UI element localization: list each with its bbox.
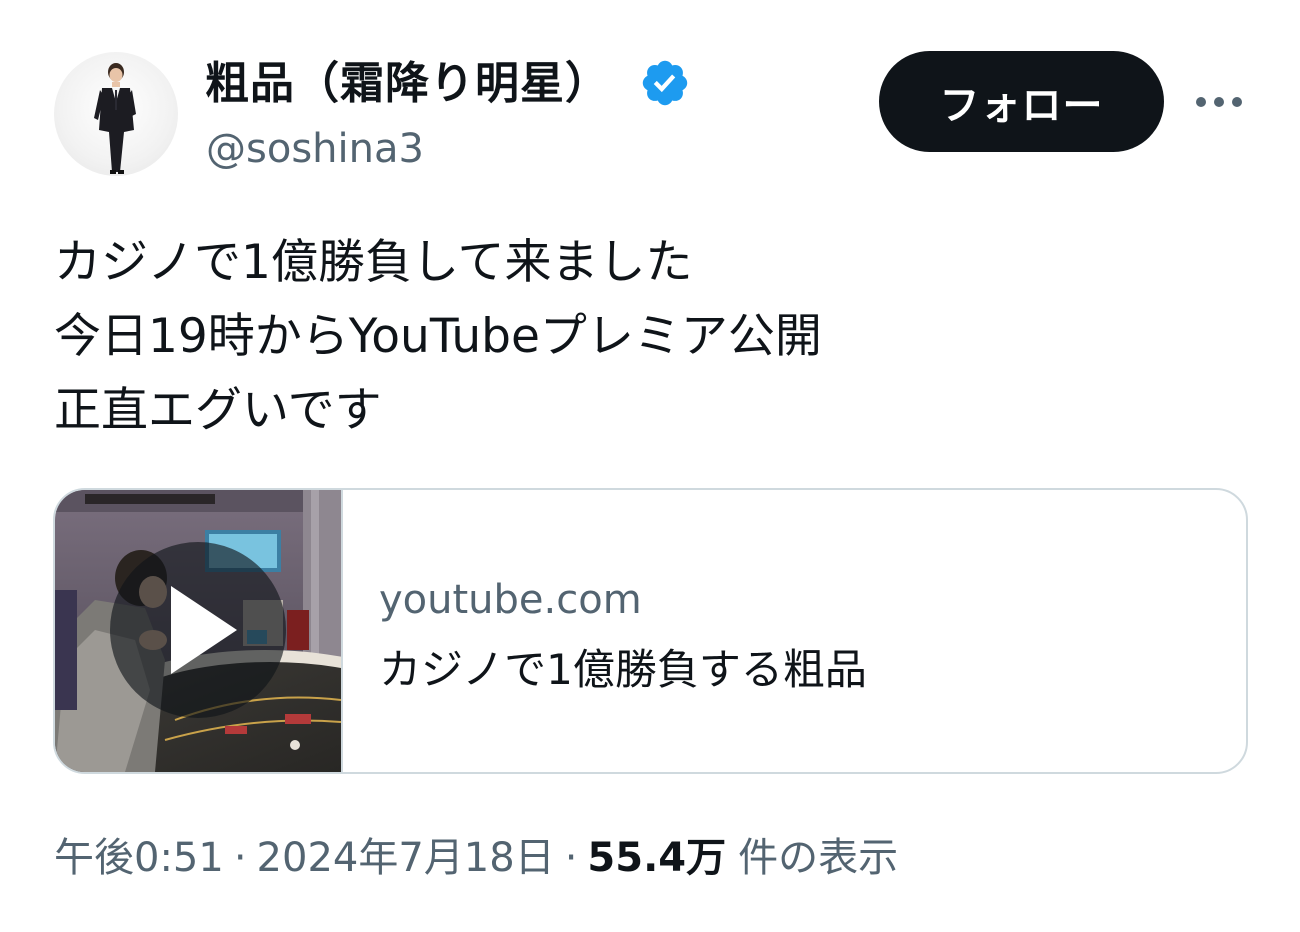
card-domain: youtube.com xyxy=(379,577,642,623)
display-name[interactable]: 粗品（霜降り明星） xyxy=(205,54,610,114)
meta-separator: · xyxy=(233,835,247,881)
avatar-image xyxy=(94,63,136,174)
avatar[interactable] xyxy=(54,52,178,176)
tweet-text: カジノで1億勝負して来ました 今日19時からYouTubeプレミア公開 正直エグ… xyxy=(54,226,1244,448)
video-thumbnail[interactable] xyxy=(55,490,343,772)
follow-button[interactable]: フォロー xyxy=(879,51,1164,152)
more-horizontal-icon[interactable] xyxy=(1190,82,1248,122)
user-handle[interactable]: @soshina3 xyxy=(206,122,424,176)
tweet-time[interactable]: 午後0:51 xyxy=(54,835,224,881)
tweet-line: 今日19時からYouTubeプレミア公開 xyxy=(54,309,822,364)
meta-separator: · xyxy=(564,835,578,881)
tweet-date[interactable]: 2024年7月18日 xyxy=(257,835,555,881)
card-title: カジノで1億勝負する粗品 xyxy=(379,645,867,694)
tweet-line: カジノで1億勝負して来ました xyxy=(54,235,693,290)
link-card[interactable]: youtube.com カジノで1億勝負する粗品 xyxy=(53,488,1248,774)
tweet: 粗品（霜降り明星） @soshina3 フォロー カジノで1億勝負して来ました … xyxy=(0,0,1300,932)
tweet-meta: 午後0:51 · 2024年7月18日 · 55.4万 件の表示 xyxy=(54,830,898,886)
verified-badge-icon xyxy=(639,57,691,109)
tweet-line: 正直エグいです xyxy=(54,383,382,438)
views-label: 件の表示 xyxy=(738,835,899,881)
views-count: 55.4万 xyxy=(587,835,727,881)
